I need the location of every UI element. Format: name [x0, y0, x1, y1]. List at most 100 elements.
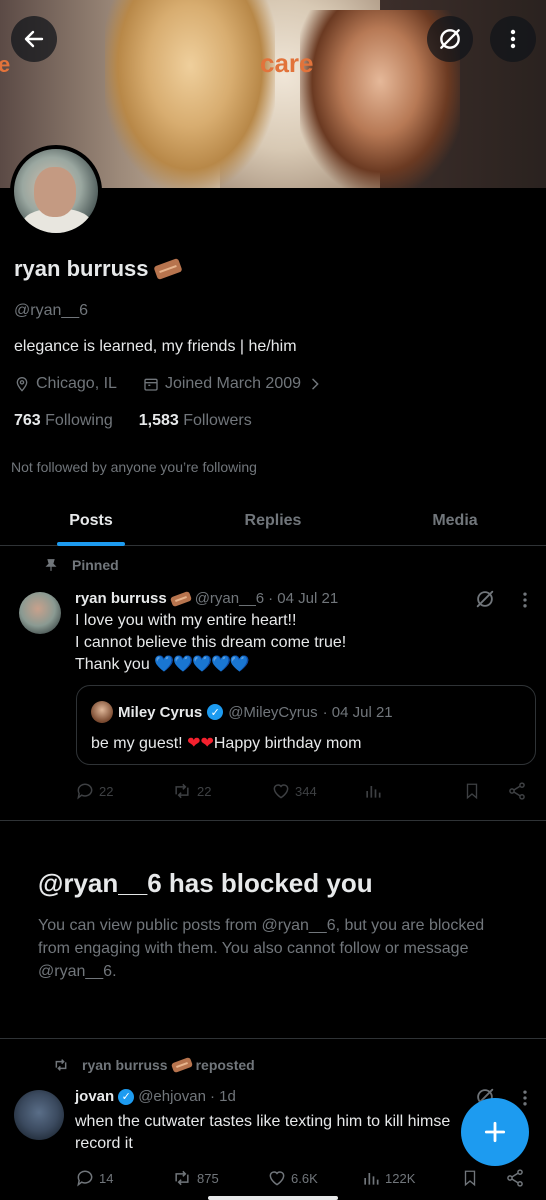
back-button[interactable]: [11, 16, 57, 62]
share-icon: [509, 782, 525, 800]
post-line: I cannot believe this dream come true!: [75, 634, 347, 651]
repost-icon: [175, 1170, 189, 1186]
pinned-label: Pinned: [72, 557, 119, 573]
analytics-icon: [364, 1173, 379, 1185]
quote-author: Miley Cyrus: [118, 703, 203, 721]
following-link[interactable]: 763 Following: [14, 412, 113, 430]
divider: [0, 820, 546, 821]
post-date: · 1d: [209, 1088, 236, 1105]
home-indicator[interactable]: [208, 1196, 338, 1200]
post-body: I love you with my entire heart!! I cann…: [75, 610, 346, 676]
followers-link[interactable]: 1,583 Followers: [139, 412, 252, 430]
tab-media[interactable]: Media: [364, 496, 546, 545]
post-author[interactable]: jovan: [75, 1088, 114, 1105]
repost-indicator: ryan burruss reposted: [52, 1056, 255, 1074]
blue-hearts-emoji: 💙💙💙💙💙: [154, 656, 250, 673]
post-author[interactable]: ryan burruss: [75, 590, 167, 607]
post-avatar[interactable]: [19, 592, 61, 634]
repost-icon: [55, 1059, 67, 1071]
share-button[interactable]: [505, 1168, 525, 1188]
profile-name-text: ryan burruss: [14, 256, 149, 281]
post-line: I love you with my entire heart!!: [75, 612, 297, 629]
more-vertical-icon[interactable]: [515, 1088, 535, 1108]
reply-button[interactable]: 14: [75, 1168, 171, 1188]
share-button[interactable]: [507, 781, 527, 801]
chevron-right-icon[interactable]: [307, 376, 323, 392]
reply-icon: [77, 1170, 93, 1187]
heart-icon: [269, 1171, 285, 1186]
grok-icon: [440, 29, 460, 49]
banner-logo-partial: e: [0, 52, 11, 77]
banner-logo-text: care: [260, 48, 314, 78]
compose-button[interactable]: [461, 1098, 529, 1166]
bookmark-button[interactable]: [463, 781, 507, 801]
verified-badge-icon: ✓: [118, 1088, 135, 1105]
post-actions: 14 875 6.6K 122K: [75, 1166, 535, 1190]
repost-button[interactable]: 22: [171, 781, 271, 801]
bookmark-button[interactable]: [461, 1168, 505, 1188]
grok-icon[interactable]: [474, 588, 496, 610]
reply-icon: [77, 783, 93, 800]
coffin-emoji-icon: [169, 590, 192, 607]
quote-text: be my guest! ❤❤Happy birthday mom: [91, 735, 362, 752]
share-icon: [507, 1169, 523, 1187]
repost-user[interactable]: ryan burruss: [82, 1057, 168, 1073]
quoted-post[interactable]: Miley Cyrus ✓ @MileyCyrus · 04 Jul 21 be…: [76, 685, 536, 765]
analytics-icon: [366, 786, 381, 798]
post-handle: @ehjovan: [138, 1088, 206, 1105]
repost-icon: [175, 783, 189, 799]
blocked-body: You can view public posts from @ryan__6,…: [38, 917, 485, 980]
verified-badge-icon: ✓: [207, 704, 224, 720]
follow-stats: 763 Following 1,583 Followers: [14, 412, 252, 430]
post-line: when the cutwater tastes like texting hi…: [75, 1113, 451, 1130]
post-line: record it: [75, 1135, 133, 1152]
divider: [0, 1038, 546, 1039]
post-line-thanks: Thank you 💙💙💙💙💙: [75, 656, 250, 673]
heart-icon: [273, 784, 289, 799]
not-followed-notice: Not followed by anyone you’re following: [11, 459, 257, 475]
tab-posts[interactable]: Posts: [0, 496, 182, 545]
quote-header: Miley Cyrus ✓ @MileyCyrus · 04 Jul 21: [91, 701, 393, 723]
bookmark-icon: [464, 1170, 476, 1187]
post-header: jovan ✓ @ehjovan · 1d: [75, 1088, 236, 1105]
coffin-emoji-icon: [152, 257, 183, 281]
location-pin-icon: [16, 377, 28, 392]
repost-button[interactable]: 875: [171, 1168, 267, 1188]
profile-handle: @ryan__6: [14, 302, 89, 319]
profile-avatar[interactable]: [10, 145, 102, 237]
tab-replies[interactable]: Replies: [182, 496, 364, 545]
coffin-emoji-icon: [170, 1056, 193, 1074]
profile-bio: elegance is learned, my friends | he/him: [14, 338, 297, 355]
like-button[interactable]: 6.6K: [267, 1168, 361, 1188]
views-button[interactable]: 122K: [361, 1168, 461, 1188]
reply-button[interactable]: 22: [75, 781, 171, 801]
quote-avatar: [91, 701, 113, 723]
more-vertical-icon[interactable]: [515, 590, 535, 610]
pinned-indicator: Pinned: [44, 557, 119, 573]
post-date: · 04 Jul 21: [268, 590, 339, 607]
grok-button[interactable]: [427, 16, 473, 62]
repost-suffix: reposted: [195, 1057, 255, 1073]
post-avatar[interactable]: [14, 1090, 64, 1140]
blocked-title: @ryan__6 has blocked you: [38, 868, 373, 898]
profile-name: ryan burruss: [14, 256, 183, 282]
views-button[interactable]: [363, 781, 463, 801]
banner-person-left: [105, 0, 275, 188]
profile-joined: Joined March 2009: [164, 375, 302, 392]
red-hearts-emoji: ❤❤: [187, 735, 214, 752]
plus-icon: [484, 1121, 506, 1143]
profile-meta: Chicago, IL Joined March 2009: [14, 375, 323, 393]
avatar-face: [34, 167, 76, 217]
more-vertical-icon: [510, 29, 516, 49]
bookmark-icon: [466, 783, 478, 800]
post-header: ryan burruss @ryan__6 · 04 Jul 21: [75, 590, 338, 607]
calendar-icon: [144, 378, 158, 391]
arrow-left-icon: [24, 30, 44, 48]
like-button[interactable]: 344: [271, 781, 363, 801]
profile-tabs: Posts Replies Media: [0, 496, 546, 546]
post-actions: 22 22 344: [75, 779, 535, 803]
quote-handle: @MileyCyrus: [228, 703, 318, 721]
post-body: when the cutwater tastes like texting hi…: [75, 1111, 475, 1155]
quote-date: · 04 Jul 21: [322, 703, 393, 721]
more-options-button[interactable]: [490, 16, 536, 62]
